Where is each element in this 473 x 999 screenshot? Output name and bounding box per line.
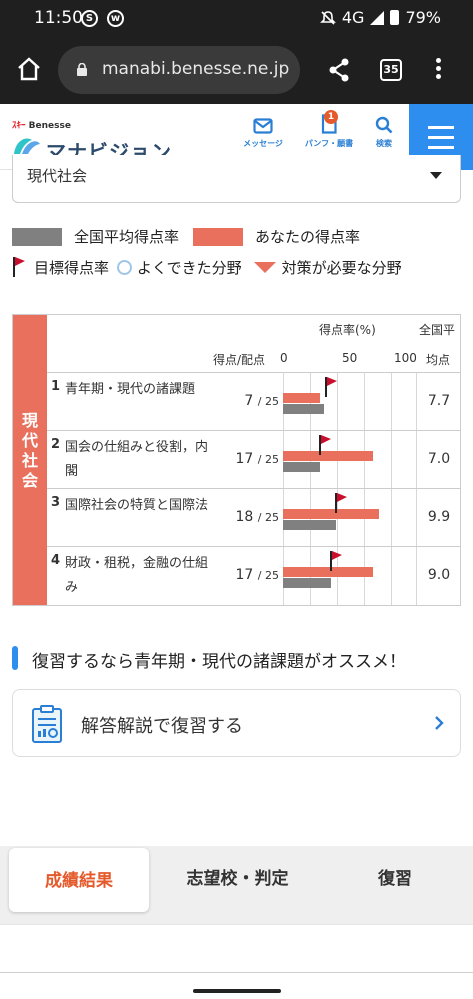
review-answers-button[interactable]: 解答解説で復習する xyxy=(12,689,461,757)
mute-icon xyxy=(319,10,336,25)
row-national-avg: 7.0 xyxy=(427,451,451,467)
url-text[interactable]: manabi.benesse.ne.jp xyxy=(102,59,289,79)
your-rate-bar xyxy=(283,509,379,519)
overflow-menu-icon[interactable] xyxy=(434,58,442,82)
legend-avg-swatch xyxy=(12,227,62,246)
row-national-avg: 9.0 xyxy=(427,567,451,583)
legend-row-2: 目標得点率 よくできた分野 対策が必要な分野 xyxy=(12,256,402,278)
rate-header: 得点率(%) xyxy=(319,323,376,337)
recommendation-text: 復習するなら青年期・現代の諸課題がオススメ！ xyxy=(32,652,406,672)
row-number: 1 xyxy=(51,379,61,394)
mail-icon xyxy=(253,118,273,134)
chevron-down-icon xyxy=(430,172,442,179)
gesture-handle[interactable] xyxy=(193,989,281,993)
nav-messages[interactable]: メッセージ xyxy=(240,118,286,149)
nav-pamphlet-label: パンフ・願書 xyxy=(304,139,354,148)
browser-toolbar: manabi.benesse.ne.jp 35 xyxy=(0,36,473,104)
good-area-circle-icon xyxy=(117,259,133,275)
target-flag xyxy=(319,435,332,455)
target-flag xyxy=(335,493,348,513)
benesse-logo[interactable]: ｽｷｰ Benesse xyxy=(12,118,71,131)
battery-level: 79% xyxy=(405,8,441,27)
results-table: 現代社会 得点率(%) 全国平 得点/配点 0 50 100 均点 1 青年期・… xyxy=(12,314,461,606)
app-notification-icon: w xyxy=(107,10,124,27)
legend-you-swatch xyxy=(193,227,244,246)
legend-needs-label: 対策が必要な分野 xyxy=(281,258,402,277)
table-row[interactable]: 2 国会の仕組みと役割，内閣 17 / 25 7.0 xyxy=(47,430,461,489)
row-score: 7 / 25 xyxy=(244,393,279,409)
row-number: 4 xyxy=(51,553,61,568)
lock-icon xyxy=(77,63,87,76)
avg-rate-bar xyxy=(283,462,321,472)
row-score: 17 / 25 xyxy=(235,451,279,467)
row-label: 国際社会の特質と国際法 xyxy=(65,498,209,513)
legend-you-label: あなたの得点率 xyxy=(255,228,361,246)
home-icon[interactable] xyxy=(16,56,42,82)
legend-row-1: 全国平均得点率 あなたの得点率 xyxy=(12,226,360,247)
skype-icon: S xyxy=(81,10,98,27)
score-header: 得点/配点 xyxy=(213,353,266,367)
target-flag xyxy=(324,377,337,397)
avg-rate-bar xyxy=(283,520,337,530)
url-bar[interactable]: manabi.benesse.ne.jp xyxy=(58,46,300,94)
avg-header-1: 全国平 xyxy=(419,323,456,337)
status-right: 4G 79% xyxy=(319,8,441,27)
scale-tick-50: 50 xyxy=(342,351,358,365)
recommendation-accent xyxy=(12,646,18,670)
row-label: 青年期・現代の諸課題 xyxy=(65,382,196,397)
nav-pamphlet[interactable]: 1 パンフ・願書 xyxy=(300,110,358,149)
legend-target-label: 目標得点率 xyxy=(34,258,110,277)
row-label: 国会の仕組みと役割，内閣 xyxy=(65,440,209,479)
table-row[interactable]: 3 国際社会の特質と国際法 18 / 25 9.9 xyxy=(47,488,461,547)
network-type: 4G xyxy=(341,8,365,27)
nav-messages-label: メッセージ xyxy=(243,139,283,148)
scale-tick-0: 0 xyxy=(280,351,288,365)
target-flag-icon xyxy=(13,257,25,277)
legend-avg-label: 全国平均得点率 xyxy=(74,228,180,246)
nav-search-label: 検索 xyxy=(376,139,392,148)
tab-review[interactable]: 復習 xyxy=(320,846,470,912)
scale-tick-100: 100 xyxy=(394,351,417,365)
tab-target-school[interactable]: 志望校・判定 xyxy=(160,846,315,912)
row-national-avg: 9.9 xyxy=(427,509,451,525)
row-score: 17 / 25 xyxy=(235,567,279,583)
row-score: 18 / 25 xyxy=(235,509,279,525)
table-row[interactable]: 4 財政・租税，金融の仕組み 17 / 25 9.0 xyxy=(47,546,461,605)
legend-good-label: よくできた分野 xyxy=(137,258,242,277)
avg-header-2: 均点 xyxy=(426,353,451,367)
subject-select-value: 現代社会 xyxy=(27,167,88,185)
bottom-tabs: 成績結果 志望校・判定 復習 xyxy=(0,846,473,924)
subject-select[interactable]: 現代社会 xyxy=(12,155,461,203)
avg-rate-bar xyxy=(283,404,325,414)
clock: 11:50 xyxy=(34,8,83,28)
chevron-right-icon xyxy=(435,716,444,730)
row-label: 財政・租税，金融の仕組み xyxy=(65,556,209,595)
subject-label: 現代社会 xyxy=(22,411,39,490)
search-icon xyxy=(375,116,393,134)
row-number: 2 xyxy=(51,437,61,452)
notification-badge: 1 xyxy=(324,110,338,124)
signal-icon xyxy=(370,10,385,25)
tab-results[interactable]: 成績結果 xyxy=(9,848,149,912)
target-flag xyxy=(329,551,342,571)
row-number: 3 xyxy=(51,495,61,510)
system-nav-bar xyxy=(0,972,473,999)
subject-column: 現代社会 xyxy=(13,315,47,605)
share-icon[interactable] xyxy=(328,58,350,82)
needs-work-triangle-icon xyxy=(253,261,276,273)
nav-search[interactable]: 検索 xyxy=(370,116,398,149)
avg-rate-bar xyxy=(283,578,331,588)
content-area xyxy=(0,924,473,972)
tab-switcher-button[interactable]: 35 xyxy=(380,59,402,81)
your-rate-bar xyxy=(283,393,321,403)
review-answers-label: 解答解説で復習する xyxy=(81,716,243,737)
table-row[interactable]: 1 青年期・現代の諸課題 7 / 25 7.7 xyxy=(47,372,461,431)
clipboard-icon xyxy=(32,705,62,743)
battery-icon xyxy=(390,10,400,25)
row-national-avg: 7.7 xyxy=(427,393,451,409)
status-bar: 11:50 S w 4G 79% xyxy=(0,0,473,36)
